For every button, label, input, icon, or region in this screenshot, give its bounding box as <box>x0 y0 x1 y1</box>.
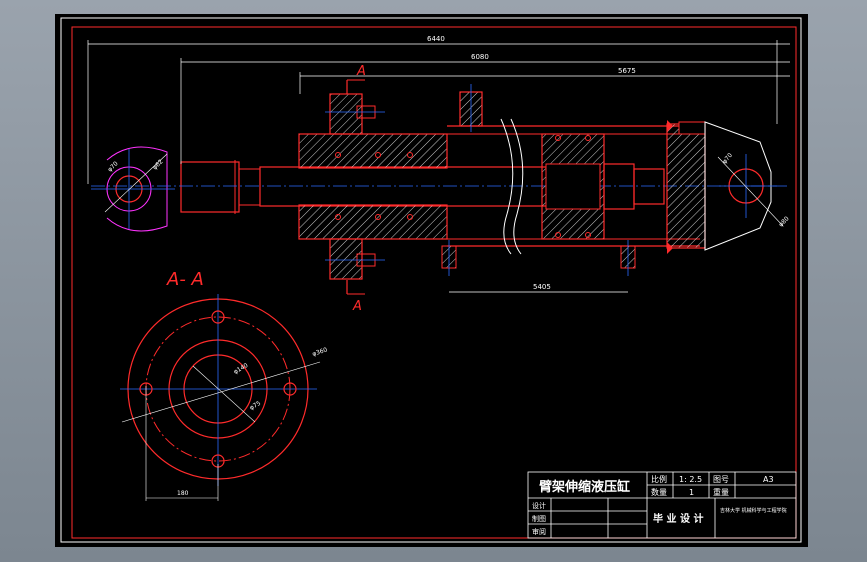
section-mark-top: A <box>356 64 366 79</box>
school-label: 吉林大学 机械科学与工程学院 <box>720 507 787 514</box>
dim-rod-length: 6080 <box>471 53 489 61</box>
cylinder-main-view <box>91 84 790 280</box>
dim-flange-pcd: φ360 <box>311 346 328 357</box>
dim-port-spacing: 5405 <box>533 283 551 291</box>
cad-drawing: 6440 6080 5675 5405 φ70 φ62 φ70 φ80 A A … <box>60 17 802 543</box>
drafter-label: 制图 <box>532 514 546 523</box>
drawing-sheet: 6440 6080 5675 5405 φ70 φ62 φ70 φ80 A A … <box>55 14 808 547</box>
piston-rod <box>259 166 561 207</box>
cad-viewport: 6440 6080 5675 5405 φ70 φ62 φ70 φ80 A A … <box>0 0 867 562</box>
section-mark-bottom: A <box>352 299 362 314</box>
drawing-no-label: 图号 <box>713 475 729 484</box>
dim-left-pin: φ62 <box>151 158 164 171</box>
gland-bottom <box>298 204 448 240</box>
title-block-title: 臂架伸缩液压缸 <box>539 479 630 495</box>
weight-label: 重量 <box>713 487 729 497</box>
qty-value: 1 <box>689 488 694 497</box>
reviewer-label: 审阅 <box>532 527 546 536</box>
dim-left-eye: φ70 <box>106 160 119 173</box>
dim-stroke: 5675 <box>618 67 636 75</box>
scale-label: 比例 <box>651 474 667 484</box>
section-view-title: A- A <box>166 269 204 290</box>
scale-value: 1: 2.5 <box>679 475 702 484</box>
flange-section-view <box>120 294 321 501</box>
project-label: 毕 业 设 计 <box>653 512 703 525</box>
drawing-no-value: A3 <box>763 475 774 484</box>
dim-flange-offset: 180 <box>177 490 189 497</box>
dim-right-eye: φ70 <box>721 152 734 166</box>
dim-flange-bore: φ140 <box>233 362 250 376</box>
dim-flange-inner: φ75 <box>249 400 263 412</box>
designer-label: 设计 <box>532 501 546 510</box>
qty-label: 数量 <box>651 487 667 497</box>
dim-right-pin: φ80 <box>777 215 790 228</box>
gland-top <box>298 133 448 169</box>
dim-total-length: 6440 <box>427 35 445 43</box>
end-cap <box>666 123 706 249</box>
